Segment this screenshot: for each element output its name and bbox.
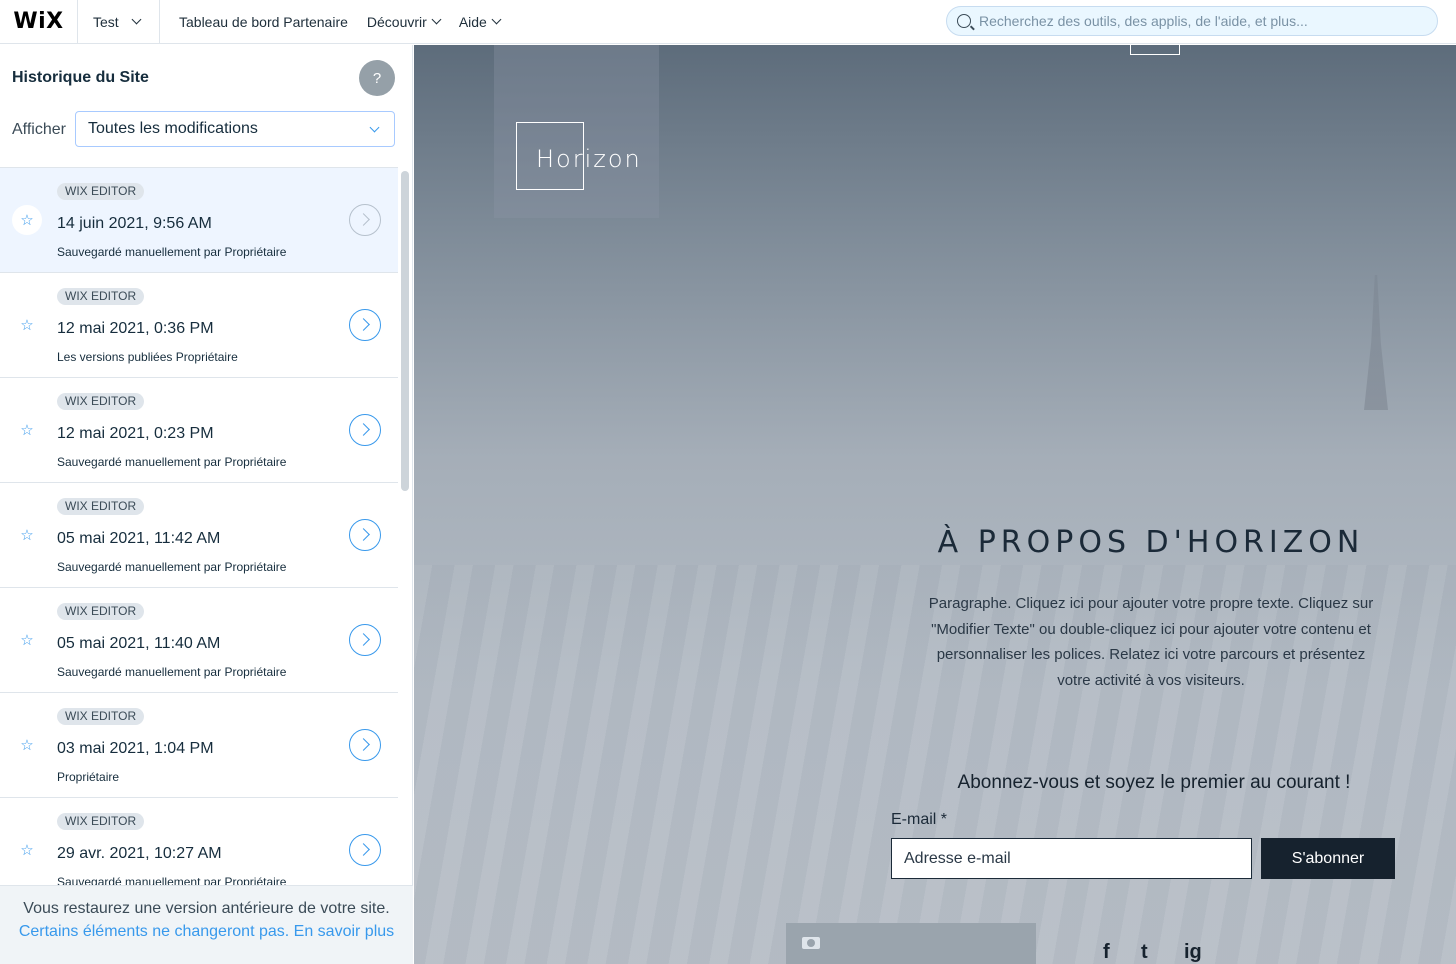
history-list: ☆ WIX EDITOR 14 juin 2021, 9:56 AM Sauve…: [0, 167, 398, 885]
email-label: E-mail *: [891, 811, 948, 828]
history-item[interactable]: ☆ WIX EDITOR 05 mai 2021, 11:40 AM Sauve…: [0, 588, 398, 693]
chevron-down-icon: [369, 122, 380, 133]
nav-partner-dashboard[interactable]: Tableau de bord Partenaire: [179, 14, 348, 30]
star-icon[interactable]: ☆: [12, 310, 42, 340]
history-description: Propriétaire: [57, 770, 120, 784]
twitter-icon[interactable]: t: [1141, 941, 1148, 964]
wix-logo[interactable]: WiX: [0, 0, 78, 44]
site-selector[interactable]: Test: [78, 0, 160, 44]
history-description: Sauvegardé manuellement par Propriétaire: [57, 245, 287, 259]
history-item[interactable]: ☆ WIX EDITOR 05 mai 2021, 11:42 AM Sauve…: [0, 483, 398, 588]
editor-badge: WIX EDITOR: [57, 498, 145, 515]
chevron-down-icon: [491, 14, 502, 25]
site-history-panel: Historique du Site ? Afficher Toutes les…: [0, 45, 413, 964]
restore-notice-text: Vous restaurez une version antérieure de…: [23, 900, 390, 917]
star-icon[interactable]: ☆: [12, 205, 42, 235]
chevron-down-icon: [131, 14, 142, 25]
subscribe-title: Abonnez-vous et soyez le premier au cour…: [957, 772, 1351, 793]
history-description: Les versions publiées Propriétaire: [57, 350, 238, 364]
history-item[interactable]: ☆ WIX EDITOR 03 mai 2021, 1:04 PM Propri…: [0, 693, 398, 798]
chevron-right-icon[interactable]: [349, 204, 381, 236]
filter-label: Afficher: [12, 121, 66, 138]
star-icon[interactable]: ☆: [12, 520, 42, 550]
restore-notice: Vous restaurez une version antérieure de…: [0, 885, 413, 964]
email-placeholder: Adresse e-mail: [904, 849, 1011, 867]
nav-help[interactable]: Aide: [458, 13, 502, 30]
history-date: 14 juin 2021, 9:56 AM: [57, 215, 212, 232]
history-date: 12 mai 2021, 0:23 PM: [57, 425, 214, 442]
history-date: 05 mai 2021, 11:42 AM: [57, 530, 221, 547]
history-description: Sauvegardé manuellement par Propriétaire: [57, 875, 287, 885]
site-preview: Horizon À PROPOS D'HORIZON Paragraphe. C…: [414, 45, 1456, 964]
star-icon[interactable]: ☆: [12, 835, 42, 865]
learn-more-link[interactable]: Certains éléments ne changeront pas. En …: [0, 923, 413, 941]
history-description: Sauvegardé manuellement par Propriétaire: [57, 455, 287, 469]
nav-label: Aide: [458, 13, 487, 30]
search-placeholder: Recherchez des outils, des applis, de l'…: [979, 13, 1308, 29]
camera-icon: [802, 937, 820, 949]
history-description: Sauvegardé manuellement par Propriétaire: [57, 560, 287, 574]
nav-label: Découvrir: [366, 13, 427, 30]
history-date: 12 mai 2021, 0:36 PM: [57, 320, 214, 337]
editor-badge: WIX EDITOR: [57, 603, 145, 620]
top-bar: WiX Test Tableau de bord Partenaire Déco…: [0, 0, 1456, 44]
editor-badge: WIX EDITOR: [57, 393, 145, 410]
chevron-right-icon[interactable]: [349, 624, 381, 656]
history-date: 29 avr. 2021, 10:27 AM: [57, 845, 222, 862]
editor-badge: WIX EDITOR: [57, 288, 145, 305]
about-title: À PROPOS D'HORIZON: [937, 525, 1365, 560]
nav-discover[interactable]: Découvrir: [366, 13, 442, 30]
history-item[interactable]: ☆ WIX EDITOR 14 juin 2021, 9:56 AM Sauve…: [0, 168, 398, 273]
chevron-right-icon[interactable]: [349, 834, 381, 866]
site-name: Test: [93, 13, 119, 30]
star-icon[interactable]: ☆: [12, 415, 42, 445]
history-item[interactable]: ☆ WIX EDITOR 12 mai 2021, 0:36 PM Les ve…: [0, 273, 398, 378]
site-logo: Horizon: [536, 145, 642, 173]
filter-dropdown[interactable]: Toutes les modifications: [75, 111, 395, 147]
help-button[interactable]: ?: [359, 60, 395, 96]
history-item[interactable]: ☆ WIX EDITOR 12 mai 2021, 0:23 PM Sauveg…: [0, 378, 398, 483]
panel-title: Historique du Site: [12, 69, 149, 86]
nav-label: Tableau de bord Partenaire: [179, 13, 348, 30]
history-item[interactable]: ☆ WIX EDITOR 29 avr. 2021, 10:27 AM Sauv…: [0, 798, 398, 885]
facebook-icon[interactable]: f: [1103, 941, 1110, 964]
editor-badge: WIX EDITOR: [57, 183, 145, 200]
search-icon: [957, 14, 971, 28]
history-date: 05 mai 2021, 11:40 AM: [57, 635, 221, 652]
subscribe-button[interactable]: S'abonner: [1261, 838, 1395, 879]
header-frame: [1130, 45, 1180, 55]
editor-badge: WIX EDITOR: [57, 708, 145, 725]
chevron-right-icon[interactable]: [349, 414, 381, 446]
instagram-icon[interactable]: ig: [1184, 941, 1202, 964]
about-paragraph: Paragraphe. Cliquez ici pour ajouter vot…: [928, 595, 1374, 689]
eiffel-tower-silhouette: [1364, 275, 1388, 410]
chevron-right-icon[interactable]: [349, 309, 381, 341]
chevron-right-icon[interactable]: [349, 729, 381, 761]
search-input[interactable]: Recherchez des outils, des applis, de l'…: [946, 6, 1438, 36]
chevron-down-icon: [431, 14, 442, 25]
editor-badge: WIX EDITOR: [57, 813, 145, 830]
history-description: Sauvegardé manuellement par Propriétaire: [57, 665, 287, 679]
email-field[interactable]: Adresse e-mail: [891, 838, 1252, 879]
star-icon[interactable]: ☆: [12, 730, 42, 760]
list-scrollbar[interactable]: [401, 171, 409, 491]
filter-value: Toutes les modifications: [88, 120, 258, 137]
history-date: 03 mai 2021, 1:04 PM: [57, 740, 214, 757]
chevron-right-icon[interactable]: [349, 519, 381, 551]
image-placeholder: [786, 923, 1036, 964]
star-icon[interactable]: ☆: [12, 625, 42, 655]
